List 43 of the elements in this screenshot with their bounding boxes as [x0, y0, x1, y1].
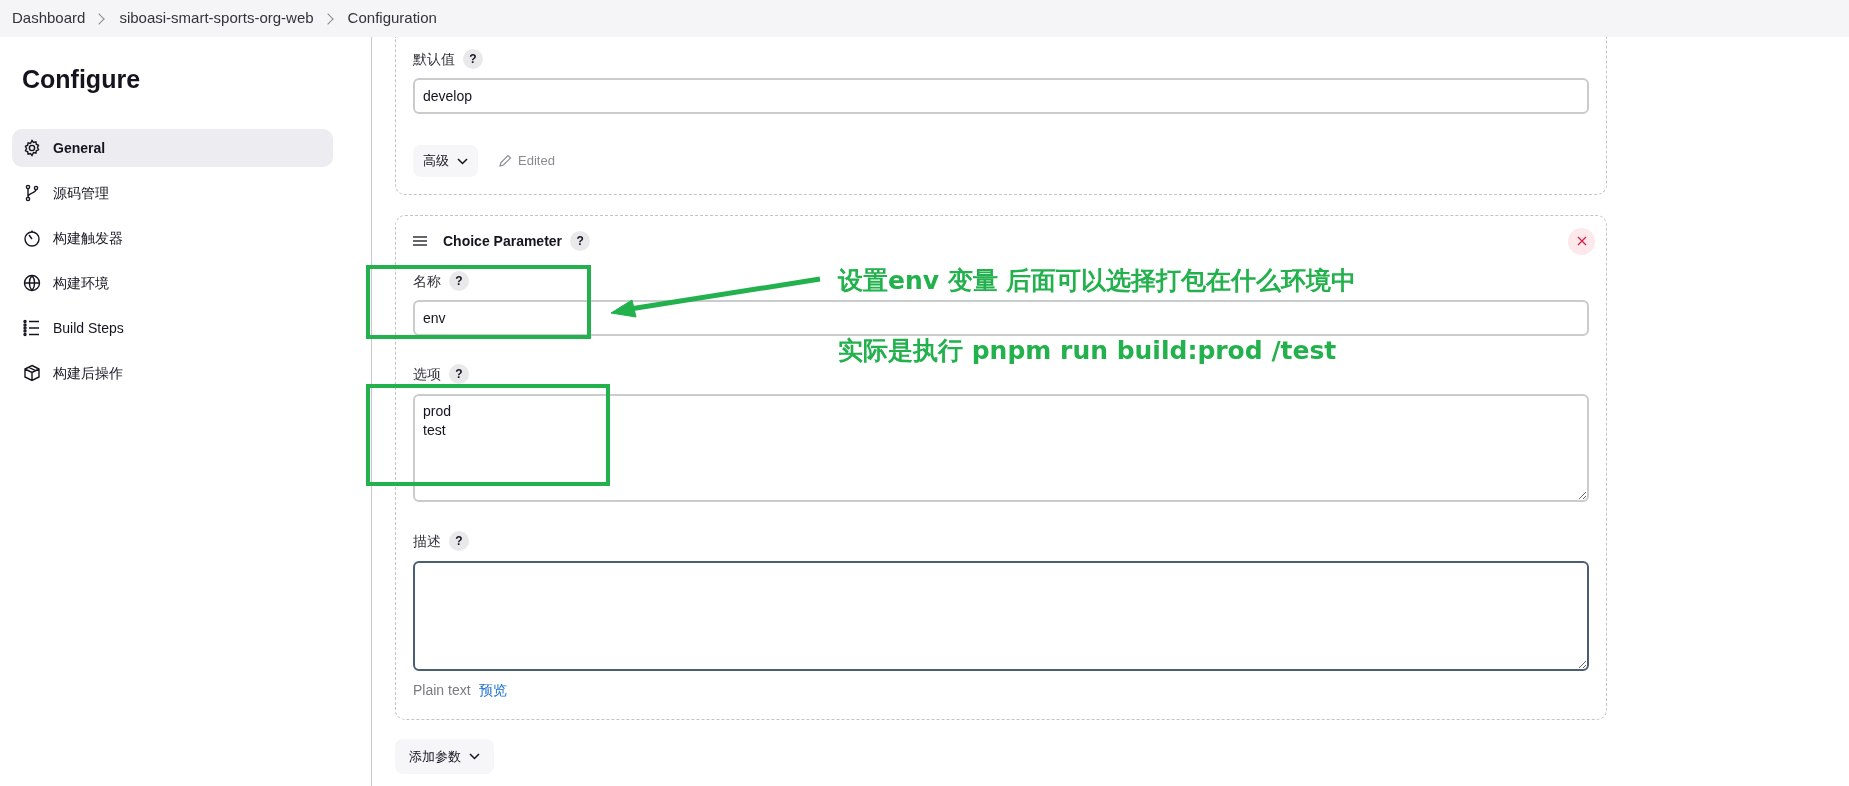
text-area[interactable]: prod test — [413, 394, 1589, 502]
text-area[interactable] — [413, 561, 1589, 671]
field-label: 名称 — [413, 271, 441, 291]
branch-icon — [23, 184, 41, 202]
annotation-text: 设置env 变量 后面可以选择打包在什么环境中 — [838, 265, 1357, 297]
box-icon — [23, 364, 41, 382]
input-field[interactable]: env — [413, 300, 1589, 336]
close-button[interactable] — [1568, 227, 1595, 255]
sidebar-item[interactable]: 构建环境 — [12, 264, 333, 302]
breadcrumb-link[interactable]: siboasi-smart-sports-org-web — [119, 7, 314, 30]
annotation-text: 实际是执行 pnpm run build:prod /test — [838, 335, 1337, 367]
help-button[interactable]: ? — [449, 271, 469, 291]
sidebar-item[interactable]: 构建触发器 — [12, 219, 333, 257]
sidebar-item[interactable]: Build Steps — [12, 309, 333, 347]
breadcrumb-link[interactable]: Configuration — [347, 7, 437, 30]
close-icon — [1576, 236, 1587, 246]
add-parameter-button[interactable]: 添加参数 — [395, 739, 494, 774]
breadcrumb-link[interactable]: Dashboard — [12, 7, 86, 30]
help-button[interactable]: ? — [449, 531, 469, 551]
field-label: 默认值 — [413, 49, 455, 69]
format-hint: Plain text — [413, 681, 471, 700]
field-label: 选项 — [413, 364, 441, 384]
help-button[interactable]: ? — [570, 231, 591, 251]
sidebar-item[interactable]: 源码管理 — [12, 174, 333, 212]
timer-icon — [23, 229, 41, 247]
sidebar-item[interactable]: General — [12, 129, 333, 167]
help-button[interactable]: ? — [463, 49, 483, 69]
settings-icon — [23, 139, 41, 157]
chevron-down-icon — [457, 157, 468, 165]
preview-link[interactable]: 预览 — [478, 680, 507, 701]
advanced-dropdown-button[interactable]: 高级 — [413, 145, 478, 177]
field-label: 描述 — [413, 531, 441, 551]
edited-label: Edited — [518, 152, 555, 171]
list-icon — [23, 319, 41, 337]
drag-handle-icon[interactable] — [413, 236, 427, 246]
input-field[interactable]: develop — [413, 78, 1589, 114]
chevron-down-icon — [469, 753, 480, 760]
sidebar-title: Configure — [21, 64, 142, 96]
card-title: Choice Parameter — [443, 231, 563, 251]
sidebar-item[interactable]: 构建后操作 — [12, 354, 333, 392]
globe-icon — [23, 274, 41, 292]
help-button[interactable]: ? — [449, 364, 469, 384]
pencil-icon — [498, 154, 512, 168]
